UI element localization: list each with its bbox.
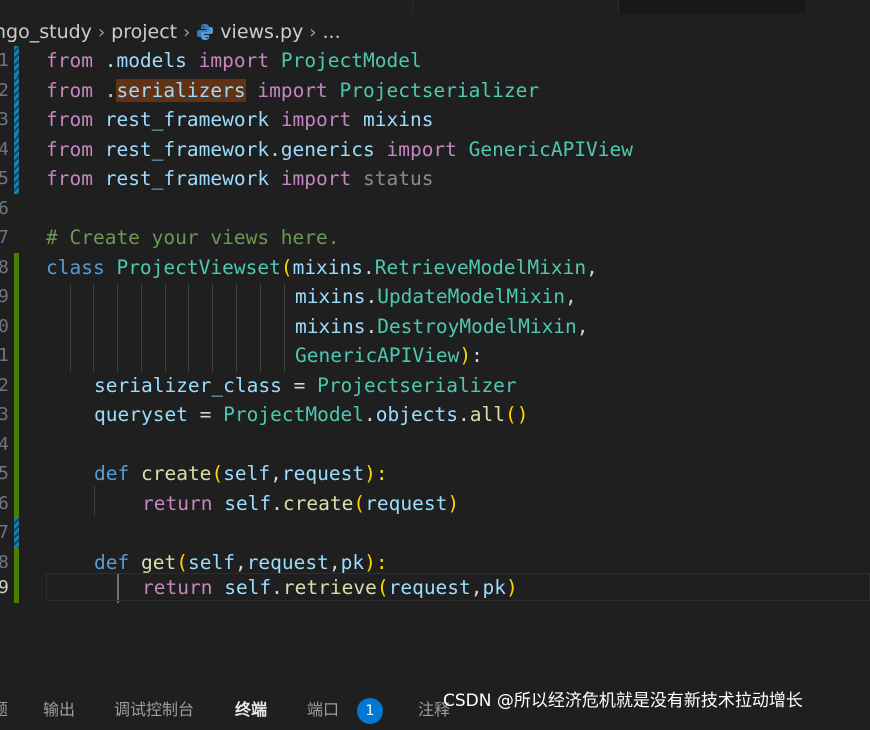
added-line-marker [14,400,19,430]
code-line[interactable]: return self.create(request) [142,489,459,519]
line-number: 9 [0,577,9,598]
added-line-marker [14,573,19,603]
line-number: 8 [0,256,9,278]
added-line-marker [14,370,19,400]
ports-count-badge: 1 [357,698,383,724]
line-number: 3 [0,404,9,425]
tab-problems[interactable]: 题 [0,690,8,730]
line-number: 6 [0,492,9,514]
breadcrumb-file[interactable]: views.py [220,21,303,43]
tab-ports[interactable]: 端口 [307,690,339,730]
code-line[interactable]: # Create your views here. [46,223,340,253]
line-number: 4 [0,433,9,455]
editor-tab[interactable] [413,0,619,14]
code-line[interactable]: from rest_framework import status [46,164,433,194]
modified-line-marker [14,518,19,548]
code-line[interactable]: return self.retrieve(request,pk) [142,573,518,603]
tab-terminal[interactable]: 终端 [235,690,267,730]
modified-line-marker [14,46,19,76]
modified-line-marker [14,164,19,194]
line-number: 2 [0,79,9,101]
line-number: 7 [0,522,9,543]
line-number: 0 [0,315,9,337]
code-line[interactable]: GenericAPIView): [295,341,483,371]
line-number: 6 [0,197,9,219]
line-number: 4 [0,138,9,160]
code-line[interactable]: mixins.DestroyModelMixin, [295,312,589,342]
code-line[interactable]: queryset = ProjectModel.objects.all() [94,400,528,430]
editor-tab-strip [0,0,870,14]
modified-line-marker [14,105,19,135]
added-line-marker [14,252,19,282]
code-line[interactable]: def create(self,request): [94,459,388,489]
line-number: 9 [0,286,9,307]
added-line-marker [14,488,19,518]
code-line[interactable]: serializer_class = Projectserializer [94,371,517,401]
added-line-marker [14,311,19,341]
line-number: 3 [0,109,9,130]
code-editor[interactable]: 1 from .models import ProjectModel 2 fro… [0,46,870,606]
python-icon [197,24,214,40]
added-line-marker [14,459,19,489]
editor-tab[interactable] [0,0,413,14]
code-line[interactable]: class ProjectViewset(mixins.RetrieveMode… [46,253,598,283]
code-line[interactable]: mixins.UpdateModelMixin, [295,282,577,312]
breadcrumb-more[interactable]: ... [323,21,341,43]
tab-debug-console[interactable]: 调试控制台 [114,690,194,730]
code-line[interactable]: from .serializers import Projectserializ… [46,76,539,106]
chevron-right-icon: › [183,21,191,43]
line-number: 5 [0,463,9,484]
added-line-marker [14,341,19,371]
editor-tab[interactable] [805,0,870,14]
code-line[interactable]: from rest_framework import mixins [46,105,433,135]
tab-output[interactable]: 输出 [43,690,75,730]
line-number: 2 [0,374,9,396]
line-number: 5 [0,168,9,189]
breadcrumb-folder[interactable]: project [111,21,177,43]
code-line[interactable]: from .models import ProjectModel [46,46,422,76]
added-line-marker [14,429,19,459]
line-number: 1 [0,50,9,71]
added-line-marker [14,282,19,312]
chevron-right-icon: › [97,21,106,43]
line-number: 1 [0,345,9,366]
line-number: 7 [0,227,9,248]
modified-line-marker [14,134,19,164]
breadcrumb: ngo_study › project › views.py › ... [0,17,341,47]
breadcrumb-folder[interactable]: ngo_study [0,21,92,43]
watermark: CSDN @所以经济危机就是没有新技术拉动增长 [443,691,803,711]
chevron-right-icon: › [309,21,317,43]
modified-line-marker [14,75,19,105]
code-line[interactable]: from rest_framework.generics import Gene… [46,135,633,165]
